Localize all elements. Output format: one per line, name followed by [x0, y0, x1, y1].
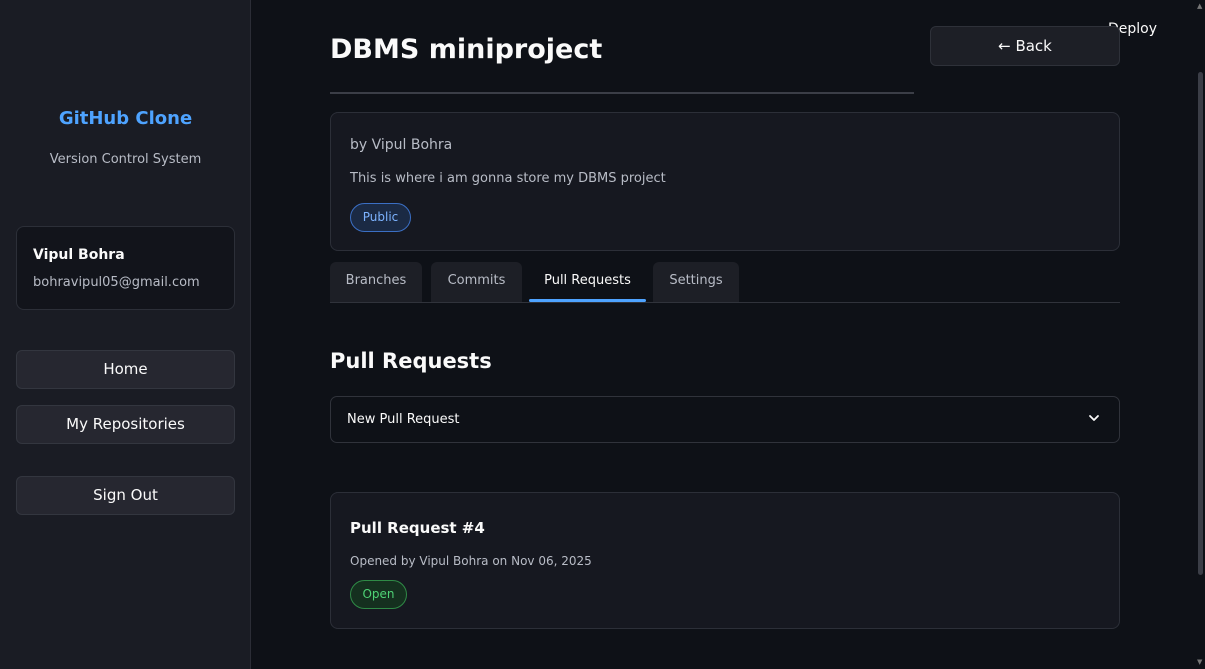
pull-request-meta: Opened by Vipul Bohra on Nov 06, 2025 — [350, 554, 592, 568]
repo-owner: by Vipul Bohra — [350, 137, 453, 153]
new-pull-request-expander[interactable]: New Pull Request — [330, 396, 1120, 443]
scrollbar[interactable] — [1198, 72, 1203, 575]
brand-title: GitHub Clone — [58, 108, 193, 129]
chevron-down-icon — [1089, 415, 1099, 421]
user-name: Vipul Bohra — [33, 247, 125, 263]
page-title: DBMS miniproject — [330, 34, 603, 65]
new-pull-request-label: New Pull Request — [347, 412, 460, 427]
home-button[interactable]: Home — [16, 350, 235, 389]
pull-request-card: Pull Request #4 Opened by Vipul Bohra on… — [330, 492, 1120, 629]
scroll-up-icon[interactable]: ▲ — [1197, 2, 1202, 10]
sign-out-button[interactable]: Sign Out — [16, 476, 235, 515]
my-repositories-button[interactable]: My Repositories — [16, 405, 235, 444]
active-tab-indicator — [529, 299, 646, 302]
sidebar: GitHub Clone Version Control System Vipu… — [0, 0, 251, 669]
back-button[interactable]: ← Back — [930, 26, 1120, 66]
pull-requests-heading: Pull Requests — [330, 349, 492, 373]
repo-info-card: by Vipul Bohra This is where i am gonna … — [330, 112, 1120, 251]
tab-commits[interactable]: Commits — [431, 262, 522, 302]
title-divider — [330, 92, 914, 94]
tab-pull-requests[interactable]: Pull Requests — [529, 262, 646, 302]
repo-tabs: Branches Commits Pull Requests Settings — [330, 262, 1120, 303]
brand-subtitle: Version Control System — [49, 152, 202, 167]
visibility-badge: Public — [350, 203, 411, 232]
status-badge: Open — [350, 580, 407, 609]
user-card: Vipul Bohra bohravipul05@gmail.com — [16, 226, 235, 310]
tab-settings[interactable]: Settings — [653, 262, 739, 302]
pull-request-title: Pull Request #4 — [350, 519, 485, 537]
user-email: bohravipul05@gmail.com — [33, 275, 200, 290]
repo-description: This is where i am gonna store my DBMS p… — [350, 171, 666, 186]
scroll-down-icon[interactable]: ▼ — [1197, 658, 1202, 666]
tab-branches[interactable]: Branches — [330, 262, 422, 302]
